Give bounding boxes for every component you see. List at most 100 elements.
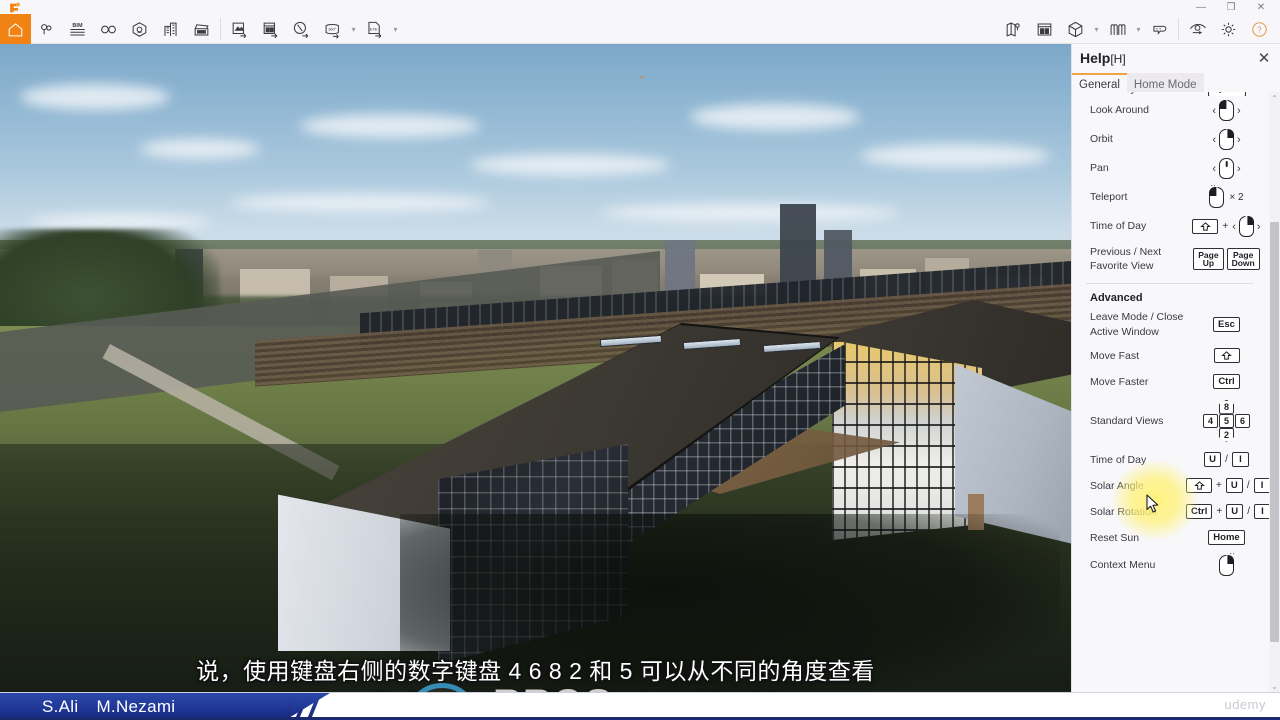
key-home: Home <box>1208 530 1245 546</box>
window-close-button[interactable]: ✕ <box>1246 0 1276 15</box>
key-numpad-4: 4 <box>1203 413 1218 428</box>
toolbar-visibility-button[interactable] <box>1182 14 1213 44</box>
help-row-keys: ‹ › <box>1186 158 1267 179</box>
plus-separator: + <box>1216 480 1222 492</box>
scroll-down-arrow-icon[interactable]: ⌄ <box>1269 680 1280 692</box>
shift-key-icon <box>1192 219 1219 234</box>
minimize-button[interactable]: — <box>1186 0 1216 15</box>
help-row-favorite-view: Previous / Next Favorite View Page Up Pa… <box>1072 241 1267 277</box>
mouse-right-button-icon <box>1238 216 1254 237</box>
enscape-window: — ❐ ✕ BIM 360° ▾ EXE ▾ ▾ ▾ ? ⌃ 说，使用键盘右侧的… <box>0 0 1280 720</box>
help-row-label: Standard Views <box>1090 414 1164 427</box>
help-row-keys: + ‹ › <box>1186 216 1267 237</box>
help-row-keys: + U / I <box>1186 478 1271 494</box>
help-row-keys: · · × 2 <box>1186 181 1267 208</box>
toolbar-views-button[interactable] <box>31 14 62 44</box>
help-row-move-fast: Move Fast <box>1072 343 1267 369</box>
restore-button[interactable]: ❐ <box>1216 0 1246 15</box>
help-title-shortcut: [H] <box>1110 52 1126 66</box>
help-row-keys: Ctrl <box>1186 374 1267 390</box>
mouse-right-button-icon <box>1219 129 1234 150</box>
key-numpad-5: 5 <box>1219 413 1234 428</box>
help-row-label: Orbit <box>1090 133 1113 146</box>
enscape-logo-icon <box>7 1 22 15</box>
toolbar-home-button[interactable] <box>0 14 31 44</box>
help-row-pan: Pan ‹ › <box>1072 154 1267 183</box>
toolbar-project-button[interactable] <box>155 14 186 44</box>
help-row-keys: Ctrl + U / I <box>1186 504 1271 520</box>
toolbar-divider <box>220 18 221 40</box>
toolbar-vr-headset-button[interactable] <box>124 14 155 44</box>
help-row-keys: ‹ › <box>1186 129 1267 150</box>
toolbar-visual-settings-button[interactable] <box>93 14 124 44</box>
help-panel-tabs: General Home Mode <box>1072 73 1280 92</box>
help-row-label: Previous / Next Favorite View <box>1090 246 1162 273</box>
key-numpad-8: 8 <box>1219 399 1234 414</box>
toolbar-settings-button[interactable] <box>1213 14 1244 44</box>
lower-banner: S.Ali M.Nezami udemy <box>0 692 1280 720</box>
toolbar-collapse-chevron-up-icon[interactable]: ⌃ <box>633 74 651 87</box>
toolbar-export-exe-button[interactable]: EXE <box>359 14 390 44</box>
toolbar-view-cube-button[interactable] <box>1060 14 1091 44</box>
help-panel: Help[H] ✕ General Home Mode Walk / Fly S… <box>1071 44 1280 692</box>
shift-key-icon <box>1186 478 1212 494</box>
help-row-label: Time of Day <box>1090 220 1147 233</box>
instructor-name-1: S.Ali <box>42 697 79 716</box>
help-row-keys: ‹ › <box>1186 100 1267 121</box>
key-line2: Down <box>1231 258 1255 269</box>
toolbar-video-editor-button[interactable] <box>186 14 217 44</box>
key-ctrl: Ctrl <box>1186 504 1213 520</box>
toolbar-bim-panel-button[interactable] <box>1029 14 1060 44</box>
shift-key-icon <box>1213 348 1240 364</box>
help-row-standard-views: Standard Views 8 4 5 6 2 <box>1072 395 1267 447</box>
toolbar-help-button[interactable]: ? <box>1244 14 1275 44</box>
3d-viewport[interactable]: ⌃ 说，使用键盘右侧的数字键盘 4 6 8 2 和 5 可以从不同的角度查看 s… <box>0 44 1071 692</box>
toolbar-export-video-button[interactable] <box>286 14 317 44</box>
toolbar-export-image-button[interactable] <box>224 14 255 44</box>
key-numpad-2: 2 <box>1219 427 1234 442</box>
tab-home-mode[interactable]: Home Mode <box>1126 73 1204 92</box>
subtitle-overlay: 说，使用键盘右侧的数字键盘 4 6 8 2 和 5 可以从不同的角度查看 say… <box>0 656 1071 692</box>
toolbar-bim-button[interactable]: BIM <box>62 14 93 44</box>
panorama2-chevron-down-icon[interactable]: ▾ <box>1133 14 1144 44</box>
help-row-label: Time of Day <box>1090 453 1147 466</box>
toolbar-divider-right <box>1178 18 1179 40</box>
panorama-chevron-down-icon[interactable]: ▾ <box>348 14 359 44</box>
svg-text:360°: 360° <box>328 27 336 31</box>
toolbar-vr-mode-button[interactable] <box>1144 14 1175 44</box>
mouse-left-button-icon <box>1219 100 1234 121</box>
help-row-label: Walk / Fly <box>1090 92 1186 96</box>
subtitle-english-line1: says use the keyboard pad on the right s… <box>0 687 1071 692</box>
help-panel-scrollbar[interactable]: ⌃ ⌄ <box>1269 92 1280 692</box>
slash-separator: / <box>1247 506 1250 518</box>
help-close-icon[interactable]: ✕ <box>1255 49 1273 67</box>
help-row-label: Move Fast <box>1090 349 1140 362</box>
slash-separator: / <box>1246 480 1250 492</box>
key-line2: Up <box>1202 258 1215 269</box>
help-row-label: Look Around <box>1090 104 1149 117</box>
instructor-name-2: M.Nezami <box>96 697 176 716</box>
exe-chevron-down-icon[interactable]: ▾ <box>390 14 401 44</box>
toolbar-map-button[interactable] <box>998 14 1029 44</box>
paren-right: › <box>1237 162 1241 175</box>
help-row-walk-fly: Walk / Fly Space <box>1072 92 1267 96</box>
paren-left: ‹ <box>1232 220 1236 233</box>
scrollbar-thumb[interactable] <box>1270 222 1279 642</box>
paren-left: ‹ <box>1212 162 1216 175</box>
key-u: U <box>1226 504 1244 520</box>
help-row-label: Context Menu <box>1090 559 1156 572</box>
help-row-keys: 8 4 5 6 2 <box>1186 399 1267 442</box>
viewcube-chevron-down-icon[interactable]: ▾ <box>1091 14 1102 44</box>
toolbar-export-panorama-button[interactable]: 360° <box>317 14 348 44</box>
tab-general[interactable]: General <box>1072 73 1127 92</box>
toolbar-panorama-button[interactable] <box>1102 14 1133 44</box>
help-row-keys: U / I <box>1186 452 1267 468</box>
paren-left: ‹ <box>1212 133 1216 146</box>
svg-text:?: ? <box>1257 25 1262 34</box>
help-row-keys: Space <box>1186 92 1267 96</box>
key-numpad-6: 6 <box>1235 413 1250 428</box>
scroll-up-arrow-icon[interactable]: ⌃ <box>1269 92 1280 104</box>
mouse-double-click-icon: · · <box>1209 181 1225 208</box>
help-panel-title: Help[H] <box>1080 50 1126 66</box>
toolbar-batch-render-button[interactable] <box>255 14 286 44</box>
